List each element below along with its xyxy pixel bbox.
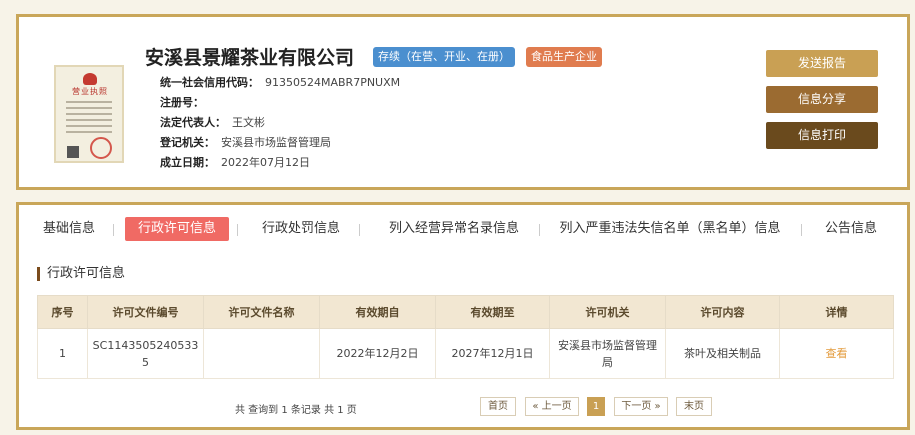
registration-authority-value: 安溪县市场监督管理局 [221,136,331,149]
tab-announcements[interactable]: 公告信息 [823,217,879,241]
section-title: 行政许可信息 [37,267,125,281]
last-page-button[interactable]: 末页 [676,397,712,416]
established-date-label: 成立日期： [160,156,215,169]
established-date-row: 成立日期： 2022年07月12日 [160,154,310,170]
registration-authority-label: 登记机关： [160,136,215,149]
company-info-panel: 营业执照 安溪县景耀茶业有限公司 存续（在营、开业、在册） 食品生产企业 统一社… [16,14,910,190]
column-header: 详情 [779,295,894,329]
enterprise-type-badge: 食品生产企业 [526,47,602,67]
column-header: 许可文件名称 [203,295,320,329]
tab-bar: 基础信息 行政许可信息 行政处罚信息 列入经营异常名录信息 列入严重违法失信名单… [19,209,907,245]
tab-abnormal-operation-list[interactable]: 列入经营异常名录信息 [383,217,525,241]
national-emblem-icon [83,73,97,85]
cell-license-number: SC11435052405335 [87,328,204,379]
legal-representative-value: 王文彬 [232,116,265,129]
cell-license-name [203,328,320,379]
cell-detail: 查看 [779,328,894,379]
company-name: 安溪县景耀茶业有限公司 [145,47,355,69]
cell-valid-from: 2022年12月2日 [319,328,436,379]
column-header: 序号 [37,295,88,329]
credit-code-label: 统一社会信用代码： [160,76,259,89]
column-header: 许可内容 [665,295,780,329]
first-page-button[interactable]: 首页 [480,397,516,416]
legal-representative-label: 法定代表人： [160,116,226,129]
print-info-button[interactable]: 信息打印 [766,122,878,149]
tab-blacklist[interactable]: 列入严重违法失信名单（黑名单）信息 [559,217,781,241]
registration-number-row: 注册号： [160,94,210,110]
credit-code-row: 统一社会信用代码： 91350524MABR7PNUXM [160,74,400,90]
registration-authority-row: 登记机关： 安溪县市场监督管理局 [160,134,331,150]
cell-content: 茶叶及相关制品 [665,328,780,379]
prev-page-button[interactable]: « 上一页 [525,397,579,416]
pagination-summary: 共 查询到 1 条记录 共 1 页 [235,405,357,416]
view-detail-link[interactable]: 查看 [826,347,848,360]
official-stamp-icon [90,137,112,159]
credit-code-value: 91350524MABR7PNUXM [265,76,401,89]
column-header: 许可机关 [549,295,666,329]
column-header: 有效期自 [319,295,436,329]
table-row: 1 SC11435052405335 2022年12月2日 2027年12月1日… [37,328,894,379]
table-header-row: 序号 许可文件编号 许可文件名称 有效期自 有效期至 许可机关 许可内容 详情 [37,295,894,329]
cell-valid-to: 2027年12月1日 [435,328,550,379]
legal-representative-row: 法定代表人： 王文彬 [160,114,265,130]
tab-basic-info[interactable]: 基础信息 [41,217,97,241]
next-page-button[interactable]: 下一页 » [614,397,668,416]
current-page-button[interactable]: 1 [587,397,605,416]
qr-code-icon [67,146,79,158]
registration-number-label: 注册号： [160,96,204,109]
share-info-button[interactable]: 信息分享 [766,86,878,113]
send-report-button[interactable]: 发送报告 [766,50,878,77]
tab-administrative-penalty[interactable]: 行政处罚信息 [259,217,343,241]
tab-administrative-license[interactable]: 行政许可信息 [125,217,229,241]
status-badge: 存续（在营、开业、在册） [373,47,515,67]
established-date-value: 2022年07月12日 [221,156,310,169]
cell-authority: 安溪县市场监督管理局 [549,328,666,379]
license-image-title: 营业执照 [72,87,108,96]
column-header: 许可文件编号 [87,295,204,329]
detail-panel: 基础信息 行政许可信息 行政处罚信息 列入经营异常名录信息 列入严重违法失信名单… [16,202,910,430]
column-header: 有效期至 [435,295,550,329]
cell-index: 1 [37,328,88,379]
business-license-image: 营业执照 [54,65,124,163]
license-table: 序号 许可文件编号 许可文件名称 有效期自 有效期至 许可机关 许可内容 详情 … [37,295,894,379]
